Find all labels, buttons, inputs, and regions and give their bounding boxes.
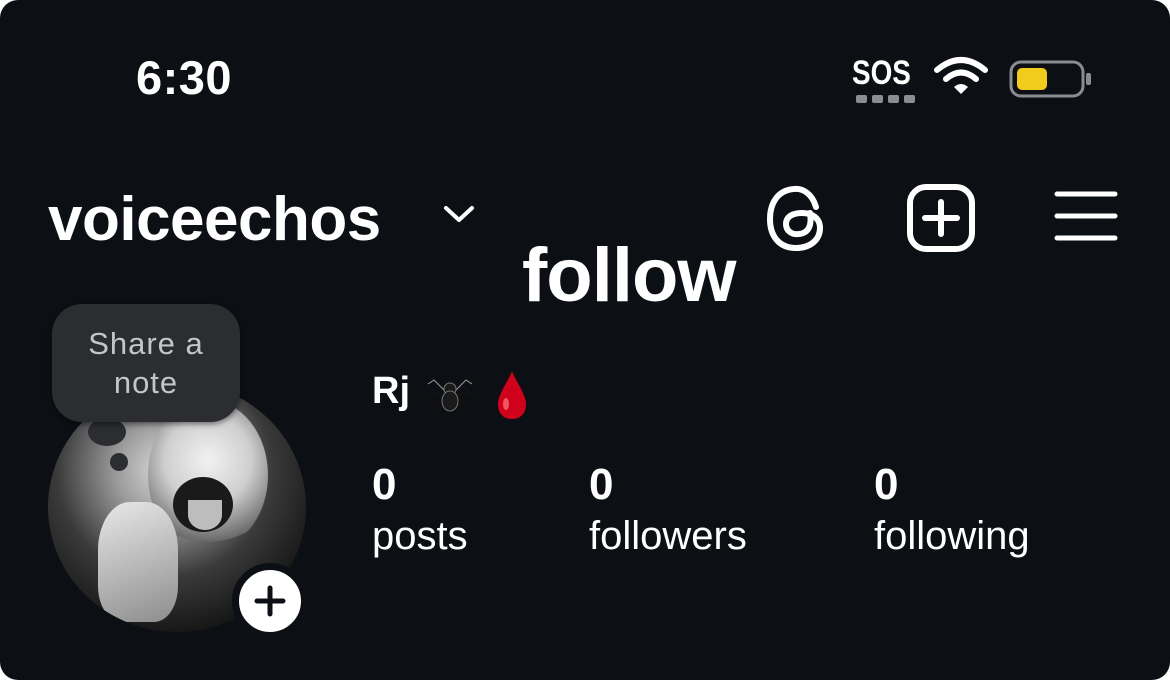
status-time: 6:30 (136, 51, 233, 104)
share-note-bubble[interactable]: Share a note (52, 304, 240, 422)
sos-indicator: SOS (852, 54, 911, 92)
chevron-down-icon[interactable] (442, 203, 476, 225)
followers-count: 0 (589, 460, 614, 509)
plus-icon (254, 585, 286, 617)
username-switcher[interactable]: voiceechos (48, 184, 381, 255)
note-bubble-tail (88, 418, 126, 446)
stat-followers[interactable]: 0 followers (589, 462, 747, 562)
followers-label: followers (589, 514, 747, 558)
spider-icon (424, 378, 476, 420)
stat-following[interactable]: 0 following (874, 462, 1030, 562)
posts-label: posts (372, 514, 468, 558)
note-bubble-tail-dot (110, 453, 128, 471)
signal-bars-icon (856, 95, 915, 103)
wifi-icon (934, 57, 988, 94)
add-story-button[interactable] (232, 563, 308, 639)
profile-screen: 6:30 SOS voiceechos follow Share a note (0, 0, 1170, 680)
posts-count: 0 (372, 460, 397, 509)
display-name: Rj (372, 370, 410, 412)
blood-drop-icon (498, 371, 526, 419)
add-post-icon[interactable] (906, 183, 976, 253)
follow-overlay-text: follow (522, 233, 737, 318)
following-count: 0 (874, 460, 899, 509)
avatar-tongue (188, 500, 222, 530)
battery-icon (1009, 60, 1091, 98)
following-label: following (874, 514, 1030, 558)
avatar-hand (98, 502, 178, 622)
stat-posts[interactable]: 0 posts (372, 462, 468, 562)
threads-icon[interactable] (764, 183, 832, 253)
menu-icon[interactable] (1054, 188, 1118, 244)
share-note-label: Share a note (88, 326, 204, 400)
